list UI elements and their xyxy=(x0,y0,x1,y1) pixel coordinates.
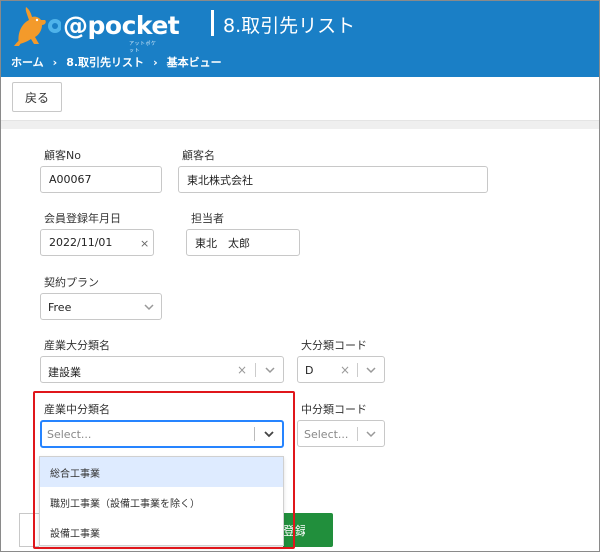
breadcrumb-list[interactable]: 8.取引先リスト xyxy=(66,54,144,70)
clear-major-code-icon[interactable]: × xyxy=(340,363,350,377)
chevron-down-icon xyxy=(144,304,154,311)
toolbar: 戻る xyxy=(1,77,599,121)
breadcrumb-home[interactable]: ホーム xyxy=(11,54,44,70)
industry-major-select[interactable]: 建設業 × xyxy=(40,356,284,383)
page-title: 8.取引先リスト xyxy=(223,15,356,37)
breadcrumb: ホーム › 8.取引先リスト › 基本ビュー xyxy=(11,54,222,70)
section-separator xyxy=(1,121,599,129)
logo-subtext: アットポケット xyxy=(129,41,157,54)
industry-major-label: 産業大分類名 xyxy=(44,339,110,352)
clear-date-icon[interactable]: × xyxy=(140,237,149,250)
breadcrumb-separator: › xyxy=(153,55,158,69)
app-header: @pocket アットポケット 8.取引先リスト ホーム › 8.取引先リスト … xyxy=(1,1,599,77)
kangaroo-logo-icon xyxy=(14,7,62,46)
logo-wordmark: @pocket xyxy=(63,11,180,40)
customer-no-label: 顧客No xyxy=(44,149,81,162)
select-divider xyxy=(357,427,358,441)
member-date-label: 会員登録年月日 xyxy=(44,212,121,225)
title-divider xyxy=(211,10,214,36)
chevron-down-icon xyxy=(265,367,275,374)
clear-industry-major-icon[interactable]: × xyxy=(237,363,247,377)
industry-major-value: 建設業 xyxy=(48,366,81,379)
customer-name-field[interactable]: 東北株式会社 xyxy=(178,166,488,193)
staff-label: 担当者 xyxy=(191,212,224,225)
select-divider xyxy=(255,363,256,377)
major-code-select[interactable]: D × xyxy=(297,356,385,383)
member-date-field[interactable]: 2022/11/01 × xyxy=(40,229,154,256)
plan-value: Free xyxy=(48,301,72,314)
breadcrumb-view: 基本ビュー xyxy=(166,56,222,69)
middle-code-label: 中分類コード xyxy=(301,403,367,416)
chevron-down-icon xyxy=(366,367,376,374)
customer-no-field[interactable]: A00067 xyxy=(40,166,162,193)
app-window: @pocket アットポケット 8.取引先リスト ホーム › 8.取引先リスト … xyxy=(0,0,600,552)
customer-name-label: 顧客名 xyxy=(182,149,215,162)
major-code-value: D xyxy=(305,364,314,377)
chevron-down-icon xyxy=(366,431,376,438)
back-button[interactable]: 戻る xyxy=(12,82,62,112)
pocket-logo[interactable]: @pocket アットポケット xyxy=(11,4,180,54)
major-code-label: 大分類コード xyxy=(301,339,367,352)
member-date-value: 2022/11/01 xyxy=(49,236,113,249)
plan-select[interactable]: Free xyxy=(40,293,162,320)
plan-label: 契約プラン xyxy=(44,276,99,289)
select-divider xyxy=(357,363,358,377)
breadcrumb-separator: › xyxy=(52,55,58,69)
staff-field[interactable]: 東北 太郎 xyxy=(186,229,300,256)
middle-code-placeholder: Select... xyxy=(304,428,349,441)
highlight-box xyxy=(33,391,295,549)
middle-code-select[interactable]: Select... xyxy=(297,420,385,447)
